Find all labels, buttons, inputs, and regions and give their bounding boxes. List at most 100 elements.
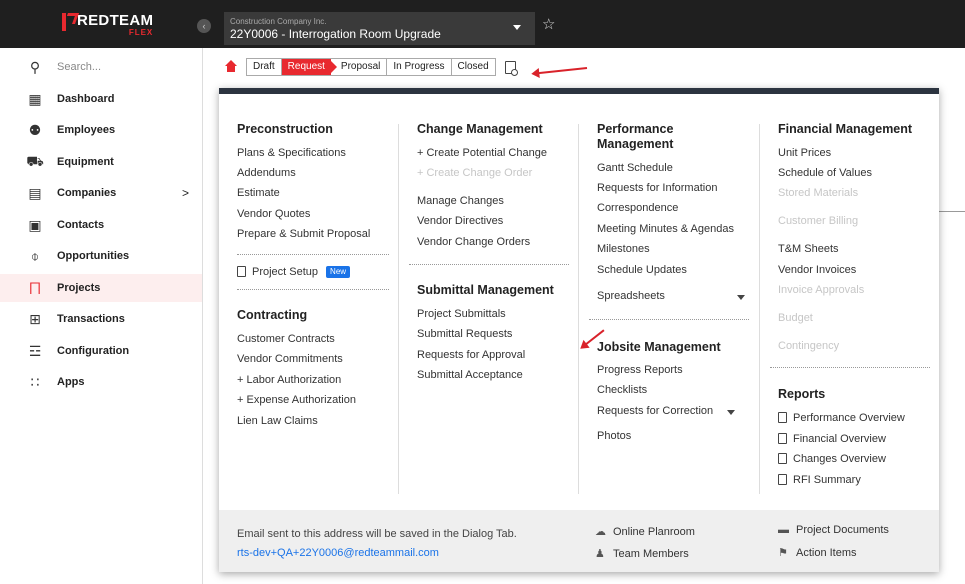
link-requests-for-approval[interactable]: Requests for Approval <box>417 349 525 362</box>
sidebar-item-projects[interactable]: ⨅ Projects <box>0 274 202 302</box>
link-customer-contracts[interactable]: Customer Contracts <box>237 333 335 346</box>
sidebar-item-opportunities[interactable]: ⌽ Opportunities <box>0 242 202 270</box>
divider <box>237 254 389 255</box>
stage-in-progress[interactable]: In Progress <box>387 59 452 75</box>
team-icon: ♟ <box>595 548 605 560</box>
link-create-change-order: + Create Change Order <box>417 167 533 179</box>
link-financial-overview[interactable]: Financial Overview <box>778 433 886 446</box>
report-label: Performance Overview <box>793 412 905 424</box>
change-management-title: Change Management <box>417 122 543 136</box>
sidebar-item-label: Contacts <box>57 219 105 231</box>
sidebar-search[interactable]: ⚲ Search... <box>0 53 202 81</box>
link-tm-sheets[interactable]: T&M Sheets <box>778 243 839 256</box>
apps-icon: ∷ <box>30 373 40 390</box>
collapse-sidebar-button[interactable]: ‹ <box>197 19 211 33</box>
stage-closed[interactable]: Closed <box>451 59 495 75</box>
link-rfi-summary[interactable]: RFI Summary <box>778 474 861 487</box>
sidebar-item-transactions[interactable]: ⊞ Transactions <box>0 305 202 333</box>
sidebar-item-dashboard[interactable]: ▦ Dashboard <box>0 85 202 113</box>
link-requests-for-information[interactable]: Requests for Information <box>597 182 717 195</box>
stage-draft[interactable]: Draft <box>247 59 282 75</box>
chevron-down-icon[interactable] <box>727 410 735 415</box>
sidebar-item-companies[interactable]: ▤ Companies > <box>0 179 202 207</box>
sidebar-item-apps[interactable]: ∷ Apps <box>0 368 202 396</box>
link-vendor-invoices[interactable]: Vendor Invoices <box>778 264 856 277</box>
logo-text: REDTEAM <box>77 12 154 29</box>
projects-icon: ⨅ <box>29 279 41 296</box>
link-manage-changes[interactable]: Manage Changes <box>417 195 504 208</box>
link-labor-authorization[interactable]: + Labor Authorization <box>237 374 341 387</box>
sidebar-item-configuration[interactable]: ☲ Configuration <box>0 337 202 365</box>
link-create-potential-change[interactable]: + Create Potential Change <box>417 147 547 160</box>
chevron-down-icon[interactable] <box>737 295 745 300</box>
link-photos[interactable]: Photos <box>597 430 631 443</box>
project-menu-panel: Preconstruction Plans & Specifications A… <box>219 88 939 572</box>
link-vendor-directives[interactable]: Vendor Directives <box>417 215 503 228</box>
link-action-items[interactable]: ⚑ Action Items <box>778 546 857 559</box>
link-unit-prices[interactable]: Unit Prices <box>778 147 831 160</box>
link-plans-specs[interactable]: Plans & Specifications <box>237 147 346 160</box>
document-icon <box>778 433 787 444</box>
folder-icon: ▬ <box>778 524 789 536</box>
link-vendor-quotes[interactable]: Vendor Quotes <box>237 208 310 221</box>
stage-request[interactable]: Request <box>281 59 338 75</box>
link-project-submittals[interactable]: Project Submittals <box>417 308 506 321</box>
link-vendor-commitments[interactable]: Vendor Commitments <box>237 353 343 366</box>
project-name: 22Y0006 - Interrogation Room Upgrade <box>230 27 441 41</box>
divider <box>759 124 760 494</box>
link-lien-law-claims[interactable]: Lien Law Claims <box>237 415 318 428</box>
cloud-icon: ☁ <box>595 526 606 538</box>
employees-icon: ⚉ <box>28 121 42 138</box>
link-vendor-change-orders[interactable]: Vendor Change Orders <box>417 236 530 249</box>
sidebar-item-contacts[interactable]: ▣ Contacts <box>0 211 202 239</box>
link-meeting-minutes[interactable]: Meeting Minutes & Agendas <box>597 223 734 236</box>
link-gantt-schedule[interactable]: Gantt Schedule <box>597 162 673 175</box>
link-changes-overview[interactable]: Changes Overview <box>778 453 886 466</box>
team-label: Team Members <box>613 548 689 560</box>
link-addendums[interactable]: Addendums <box>237 167 296 180</box>
redteam-logo[interactable]: REDTEAM FLEX <box>62 13 153 37</box>
link-milestones[interactable]: Milestones <box>597 243 650 256</box>
email-note: Email sent to this address will be saved… <box>237 528 517 540</box>
performance-management-title: Performance Management <box>597 122 673 152</box>
top-bar: REDTEAM FLEX ‹ Construction Company Inc.… <box>0 0 965 48</box>
link-requests-for-correction[interactable]: Requests for Correction <box>597 405 713 418</box>
sidebar-item-equipment[interactable]: ⛟ Equipment <box>0 148 202 176</box>
opportunities-icon: ⌽ <box>30 247 40 264</box>
equipment-icon: ⛟ <box>26 152 44 169</box>
project-setup-doc-icon[interactable] <box>504 60 518 76</box>
preconstruction-title: Preconstruction <box>237 122 333 136</box>
link-team-members[interactable]: ♟ Team Members <box>595 547 689 560</box>
link-progress-reports[interactable]: Progress Reports <box>597 364 683 377</box>
divider <box>409 264 569 265</box>
sidebar-item-employees[interactable]: ⚉ Employees <box>0 116 202 144</box>
stage-proposal[interactable]: Proposal <box>330 59 388 75</box>
link-performance-overview[interactable]: Performance Overview <box>778 412 905 425</box>
report-label: Changes Overview <box>793 453 886 465</box>
link-online-planroom[interactable]: ☁ Online Planroom <box>595 525 695 538</box>
search-input[interactable]: Search... <box>57 61 101 73</box>
link-expense-authorization[interactable]: + Expense Authorization <box>237 394 356 407</box>
document-icon <box>778 453 787 464</box>
home-icon[interactable] <box>224 60 238 74</box>
sidebar-item-label: Apps <box>57 376 85 388</box>
dialog-email-link[interactable]: rts-dev+QA+22Y0006@redteammail.com <box>237 547 439 559</box>
link-schedule-updates[interactable]: Schedule Updates <box>597 264 687 277</box>
planroom-label: Online Planroom <box>613 526 695 538</box>
link-prepare-submit-proposal[interactable]: Prepare & Submit Proposal <box>237 228 370 241</box>
link-spreadsheets[interactable]: Spreadsheets <box>597 290 665 303</box>
divider <box>938 211 965 212</box>
status-bar: Draft Request Proposal In Progress Close… <box>220 56 518 78</box>
link-correspondence[interactable]: Correspondence <box>597 202 678 215</box>
link-submittal-acceptance[interactable]: Submittal Acceptance <box>417 369 523 382</box>
project-selector[interactable]: Construction Company Inc. 22Y0006 - Inte… <box>224 12 535 45</box>
link-estimate[interactable]: Estimate <box>237 187 280 200</box>
favorite-star-icon[interactable]: ☆ <box>542 17 555 32</box>
sidebar-item-label: Configuration <box>57 345 130 357</box>
link-submittal-requests[interactable]: Submittal Requests <box>417 328 512 341</box>
chevron-down-icon <box>513 25 521 30</box>
link-schedule-of-values[interactable]: Schedule of Values <box>778 167 872 180</box>
link-project-documents[interactable]: ▬ Project Documents <box>778 524 889 536</box>
link-checklists[interactable]: Checklists <box>597 384 647 397</box>
link-project-setup[interactable]: Project Setup New <box>237 266 351 279</box>
